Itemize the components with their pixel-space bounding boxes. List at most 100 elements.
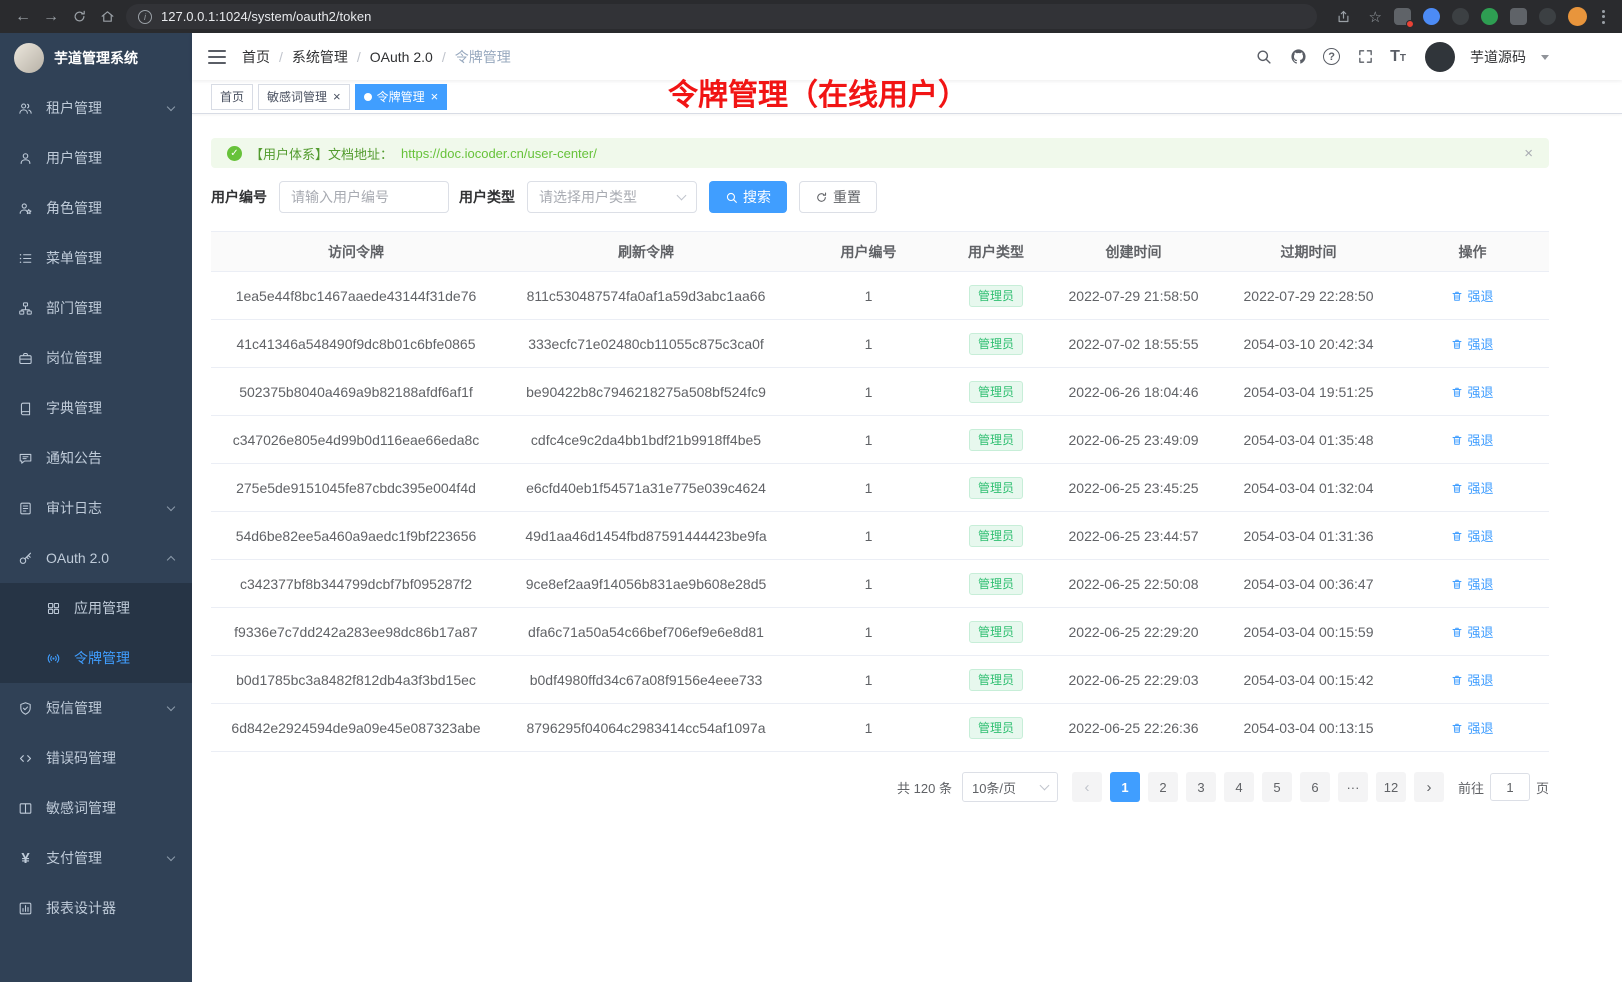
created-at-cell: 2022-06-26 18:04:46 <box>1046 368 1221 416</box>
page-button-2[interactable]: 2 <box>1148 772 1178 802</box>
user-type-tag: 管理员 <box>969 285 1023 307</box>
browser-profile-avatar[interactable] <box>1568 7 1587 26</box>
created-at-cell: 2022-06-25 22:29:03 <box>1046 656 1221 704</box>
page-button-3[interactable]: 3 <box>1186 772 1216 802</box>
extensions-puzzle-icon[interactable] <box>1510 8 1527 25</box>
tab-close-icon[interactable]: × <box>431 90 439 103</box>
created-at-cell: 2022-06-25 23:45:25 <box>1046 464 1221 512</box>
browser-reload-button[interactable] <box>66 4 92 30</box>
reset-button[interactable]: 重置 <box>799 181 877 213</box>
header-search-icon[interactable] <box>1253 47 1273 67</box>
page-button-12[interactable]: 12 <box>1376 772 1406 802</box>
sidebar-item-notice[interactable]: 通知公告 <box>0 433 192 483</box>
github-icon[interactable] <box>1288 47 1308 67</box>
breadcrumb-home[interactable]: 首页 <box>242 47 270 67</box>
extension-icon[interactable] <box>1539 8 1556 25</box>
browser-menu-icon[interactable] <box>1599 10 1608 24</box>
page-button-4[interactable]: 4 <box>1224 772 1254 802</box>
next-page-button[interactable]: › <box>1414 772 1444 802</box>
user-type-select[interactable]: 请选择用户类型 <box>527 181 697 213</box>
column-actions: 操作 <box>1396 232 1549 272</box>
force-logout-button[interactable]: 强退 <box>1451 382 1493 401</box>
user-id-cell: 1 <box>791 416 946 464</box>
page-button-5[interactable]: 5 <box>1262 772 1292 802</box>
sidebar-item-sms[interactable]: 短信管理 <box>0 683 192 733</box>
doc-link[interactable]: https://doc.iocoder.cn/user-center/ <box>401 146 597 161</box>
address-bar[interactable]: i 127.0.0.1:1024/system/oauth2/token <box>126 4 1317 29</box>
browser-forward-button[interactable]: → <box>38 4 64 30</box>
extension-icon[interactable] <box>1481 8 1498 25</box>
sidebar-item-tenant[interactable]: 租户管理 <box>0 83 192 133</box>
tab-close-icon[interactable]: × <box>333 90 341 103</box>
page-jump-input[interactable] <box>1490 773 1530 801</box>
sidebar-item-report-designer[interactable]: 报表设计器 <box>0 883 192 933</box>
sidebar-item-dict[interactable]: 字典管理 <box>0 383 192 433</box>
log-icon <box>18 501 33 516</box>
breadcrumb-system[interactable]: 系统管理 <box>292 47 348 67</box>
breadcrumb-oauth2[interactable]: OAuth 2.0 <box>370 49 433 65</box>
extension-icon[interactable] <box>1394 8 1411 25</box>
sidebar-item-oauth2-token[interactable]: 令牌管理 <box>0 633 192 683</box>
prev-page-button[interactable]: ‹ <box>1072 772 1102 802</box>
sidebar-item-dept[interactable]: 部门管理 <box>0 283 192 333</box>
bookmark-star-button[interactable]: ☆ <box>1369 4 1382 30</box>
sidebar-item-audit-log[interactable]: 审计日志 <box>0 483 192 533</box>
force-logout-button[interactable]: 强退 <box>1451 622 1493 641</box>
tab-sensitive-word[interactable]: 敏感词管理 × <box>258 84 350 110</box>
refresh-token-cell: e6cfd40eb1f54571a31e775e039c4624 <box>501 464 791 512</box>
sidebar-item-pay[interactable]: ¥ 支付管理 <box>0 833 192 883</box>
page-button-6[interactable]: 6 <box>1300 772 1330 802</box>
column-refresh-token: 刷新令牌 <box>501 232 791 272</box>
browser-home-button[interactable] <box>94 4 120 30</box>
force-logout-button[interactable]: 强退 <box>1451 574 1493 593</box>
force-logout-button[interactable]: 强退 <box>1451 670 1493 689</box>
force-logout-button[interactable]: 强退 <box>1451 526 1493 545</box>
app-logo[interactable]: 芋道管理系统 <box>0 33 192 83</box>
access-token-cell: 502375b8040a469a9b82188afdf6af1f <box>211 368 501 416</box>
fullscreen-icon[interactable] <box>1355 47 1375 67</box>
force-logout-button[interactable]: 强退 <box>1451 334 1493 353</box>
expires-at-cell: 2054-03-04 00:15:59 <box>1221 608 1396 656</box>
force-logout-button[interactable]: 强退 <box>1451 478 1493 497</box>
page-content: ✓ 【用户体系】文档地址： https://doc.iocoder.cn/use… <box>192 114 1622 802</box>
browser-back-button[interactable]: ← <box>10 4 36 30</box>
alert-close-icon[interactable]: × <box>1524 146 1533 161</box>
sidebar-item-error-code[interactable]: 错误码管理 <box>0 733 192 783</box>
sidebar-item-menu[interactable]: 菜单管理 <box>0 233 192 283</box>
url-text[interactable]: 127.0.0.1:1024/system/oauth2/token <box>161 9 371 24</box>
sidebar-toggle-icon[interactable] <box>208 50 226 64</box>
site-info-icon[interactable]: i <box>138 10 152 24</box>
extension-icon[interactable] <box>1452 8 1469 25</box>
delete-icon <box>1451 482 1463 494</box>
table-row: 502375b8040a469a9b82188afdf6af1f be90422… <box>211 368 1549 416</box>
sidebar-item-post[interactable]: 岗位管理 <box>0 333 192 383</box>
force-logout-button[interactable]: 强退 <box>1451 286 1493 305</box>
share-button[interactable] <box>1331 4 1357 30</box>
action-cell: 强退 <box>1396 704 1549 752</box>
navbar-actions: ? TT 芋道源码 <box>1253 42 1549 72</box>
force-logout-button[interactable]: 强退 <box>1451 718 1493 737</box>
user-menu-caret-icon[interactable] <box>1541 55 1549 60</box>
user-id-cell: 1 <box>791 560 946 608</box>
tab-oauth2-token[interactable]: 令牌管理 × <box>355 84 448 110</box>
help-icon[interactable]: ? <box>1323 48 1340 65</box>
page-button-1[interactable]: 1 <box>1110 772 1140 802</box>
access-token-cell: c342377bf8b344799dcbf7bf095287f2 <box>211 560 501 608</box>
extension-icon[interactable] <box>1423 8 1440 25</box>
user-id-input[interactable] <box>279 181 449 213</box>
browser-actions: ☆ <box>1331 4 1612 30</box>
page-size-select[interactable]: 10条/页 <box>962 772 1058 802</box>
tab-home[interactable]: 首页 <box>211 84 253 110</box>
force-logout-button[interactable]: 强退 <box>1451 430 1493 449</box>
sidebar-item-oauth2[interactable]: OAuth 2.0 <box>0 533 192 583</box>
sidebar-item-oauth2-client[interactable]: 应用管理 <box>0 583 192 633</box>
share-icon <box>1336 9 1351 24</box>
page-ellipsis[interactable]: ··· <box>1338 772 1368 802</box>
sidebar-item-sensitive-word[interactable]: 敏感词管理 <box>0 783 192 833</box>
user-avatar[interactable] <box>1425 42 1455 72</box>
sidebar-item-role[interactable]: 角色管理 <box>0 183 192 233</box>
sidebar-item-user[interactable]: 用户管理 <box>0 133 192 183</box>
font-size-icon[interactable]: TT <box>1390 49 1406 65</box>
search-button[interactable]: 搜索 <box>709 181 787 213</box>
user-name[interactable]: 芋道源码 <box>1470 47 1526 67</box>
